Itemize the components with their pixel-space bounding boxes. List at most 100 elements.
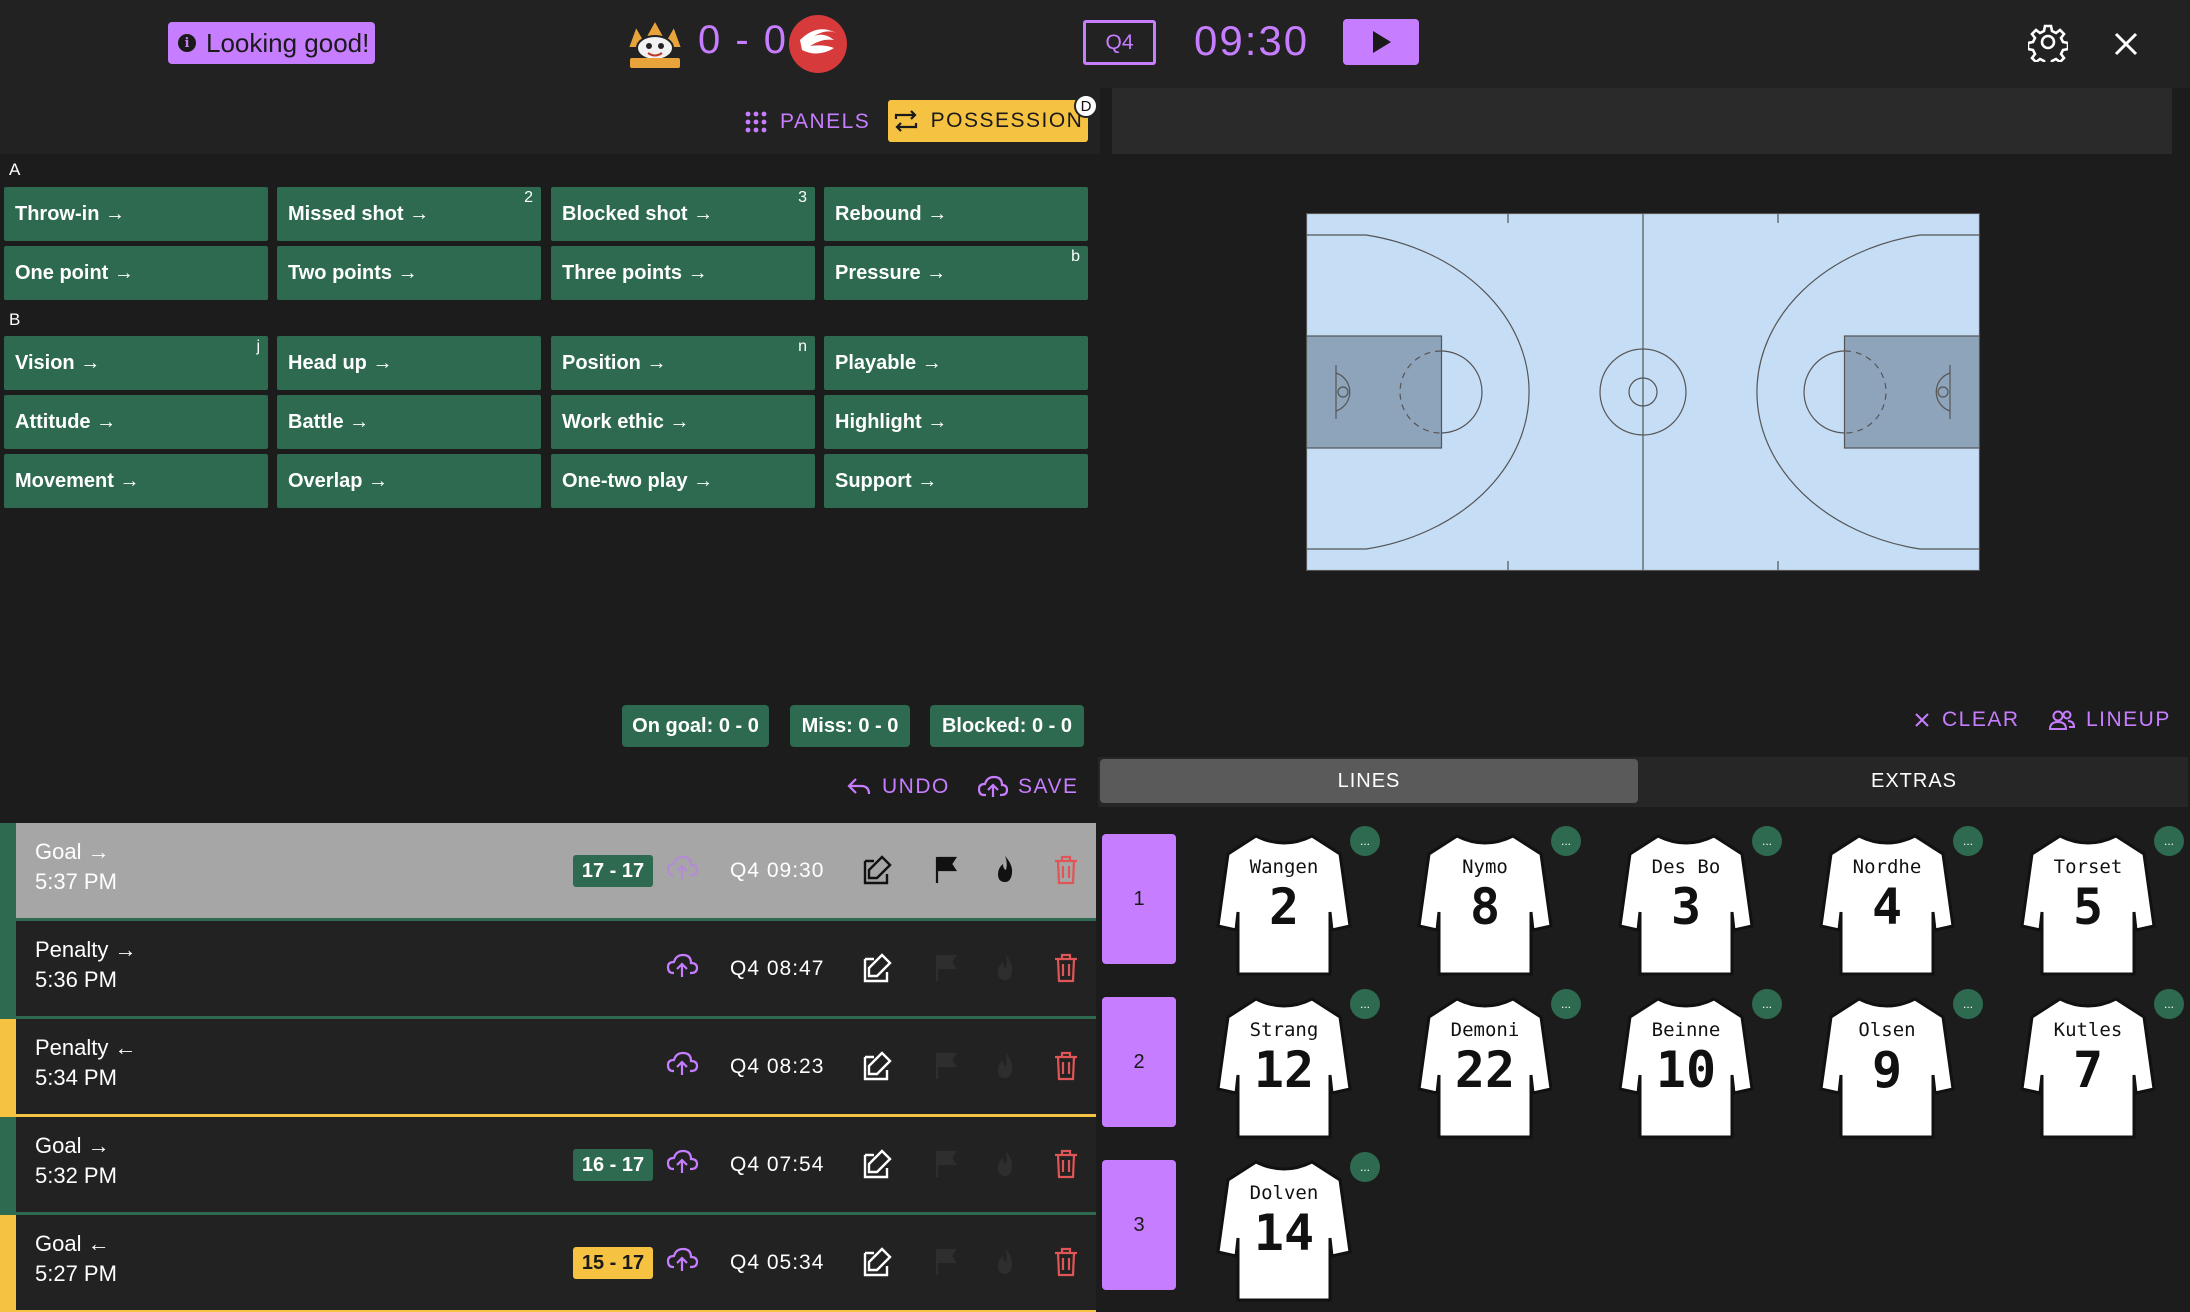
event-row[interactable]: Penalty ← 5:34 PM Q4 08:23: [0, 1019, 1096, 1117]
action-two-points[interactable]: Two points →: [277, 246, 541, 300]
player-jersey[interactable]: Des Bo 3...: [1614, 826, 1782, 976]
player-number: 12: [1253, 1041, 1315, 1099]
save-button[interactable]: SAVE: [978, 775, 1078, 799]
player-more-button[interactable]: ...: [1752, 989, 1782, 1019]
tab-extras[interactable]: EXTRAS: [1640, 759, 2188, 803]
edit-icon[interactable]: [860, 1245, 894, 1279]
player-more-button[interactable]: ...: [1752, 826, 1782, 856]
panels-label: PANELS: [780, 110, 871, 133]
action-vision[interactable]: Vision → j: [4, 336, 268, 390]
quarter-selector[interactable]: Q4: [1083, 20, 1156, 65]
edit-icon[interactable]: [860, 951, 894, 985]
flag-icon[interactable]: [929, 853, 963, 887]
close-icon[interactable]: [2106, 24, 2146, 64]
flag-icon[interactable]: [929, 1147, 963, 1181]
event-row[interactable]: Goal → 5:32 PM 16 - 17 Q4 07:54: [0, 1117, 1096, 1215]
flag-icon[interactable]: [929, 1049, 963, 1083]
cloud-upload-icon[interactable]: [666, 1245, 700, 1279]
player-more-button[interactable]: ...: [1953, 989, 1983, 1019]
cloud-upload-icon[interactable]: [666, 853, 700, 887]
basketball-court[interactable]: [1306, 213, 1980, 571]
action-attitude[interactable]: Attitude →: [4, 395, 268, 449]
possession-button[interactable]: POSSESSION: [888, 100, 1088, 142]
action-playable[interactable]: Playable →: [824, 336, 1088, 390]
action-rebound[interactable]: Rebound →: [824, 187, 1088, 241]
tab-lines[interactable]: LINES: [1100, 759, 1638, 803]
panels-button[interactable]: PANELS: [744, 104, 870, 140]
action-highlight[interactable]: Highlight →: [824, 395, 1088, 449]
player-jersey[interactable]: Wangen 2...: [1212, 826, 1380, 976]
player-jersey[interactable]: Strang 12...: [1212, 989, 1380, 1139]
status-badge: i Looking good!: [168, 22, 376, 64]
action-pressure[interactable]: Pressure → b: [824, 246, 1088, 300]
player-more-button[interactable]: ...: [1551, 989, 1581, 1019]
flag-icon[interactable]: [929, 1245, 963, 1279]
action-blocked-shot[interactable]: Blocked shot → 3: [551, 187, 815, 241]
undo-button[interactable]: UNDO: [846, 775, 950, 799]
trash-icon[interactable]: [1049, 951, 1083, 985]
line-button[interactable]: 1: [1102, 834, 1176, 964]
player-more-button[interactable]: ...: [1551, 826, 1581, 856]
action-position[interactable]: Position → n: [551, 336, 815, 390]
action-three-points[interactable]: Three points →: [551, 246, 815, 300]
player-jersey[interactable]: Kutles 7...: [2016, 989, 2184, 1139]
player-jersey[interactable]: Dolven 14...: [1212, 1152, 1380, 1302]
player-more-button[interactable]: ...: [2154, 826, 2184, 856]
edit-icon[interactable]: [860, 1049, 894, 1083]
group-b-label: B: [9, 310, 21, 329]
cloud-upload-icon[interactable]: [666, 1147, 700, 1181]
cloud-upload-icon[interactable]: [666, 951, 700, 985]
action-work-ethic[interactable]: Work ethic →: [551, 395, 815, 449]
event-time: 5:36 PM: [35, 967, 117, 992]
cloud-upload-icon[interactable]: [666, 1049, 700, 1083]
fire-icon[interactable]: [988, 853, 1022, 887]
action-label: Blocked shot →: [562, 202, 714, 225]
player-more-button[interactable]: ...: [1350, 1152, 1380, 1182]
player-jersey[interactable]: Demoni 22...: [1413, 989, 1581, 1139]
action-movement[interactable]: Movement →: [4, 454, 268, 508]
action-support[interactable]: Support →: [824, 454, 1088, 508]
player-jersey[interactable]: Nymo 8...: [1413, 826, 1581, 976]
action-one-two-play[interactable]: One-two play →: [551, 454, 815, 508]
action-missed-shot[interactable]: Missed shot → 2: [277, 187, 541, 241]
line-button[interactable]: 3: [1102, 1160, 1176, 1290]
player-more-button[interactable]: ...: [1350, 826, 1380, 856]
player-jersey[interactable]: Beinne 10...: [1614, 989, 1782, 1139]
play-button[interactable]: [1343, 19, 1419, 65]
event-row[interactable]: Penalty → 5:36 PM Q4 08:47: [0, 921, 1096, 1019]
player-more-button[interactable]: ...: [1350, 989, 1380, 1019]
edit-icon[interactable]: [860, 853, 894, 887]
action-battle[interactable]: Battle →: [277, 395, 541, 449]
fire-icon[interactable]: [988, 1245, 1022, 1279]
event-row[interactable]: Goal ← 5:27 PM 15 - 17 Q4 05:34: [0, 1215, 1096, 1312]
flag-icon[interactable]: [929, 951, 963, 985]
fire-icon[interactable]: [988, 951, 1022, 985]
game-score: 0 - 0: [698, 18, 789, 62]
player-jersey[interactable]: Torset 5...: [2016, 826, 2184, 976]
fire-icon[interactable]: [988, 1147, 1022, 1181]
line-button[interactable]: 2: [1102, 997, 1176, 1127]
player-number: 8: [1469, 878, 1501, 936]
lineup-button[interactable]: LINEUP: [2048, 708, 2171, 732]
gear-icon[interactable]: [2028, 22, 2068, 62]
player-jersey[interactable]: Olsen 9...: [1815, 989, 1983, 1139]
event-row[interactable]: Goal → 5:37 PM 17 - 17 Q4 09:30: [0, 823, 1096, 921]
event-title: Goal ←: [35, 1231, 110, 1256]
action-head-up[interactable]: Head up →: [277, 336, 541, 390]
player-name: Torset: [2053, 856, 2123, 878]
action-overlap[interactable]: Overlap →: [277, 454, 541, 508]
hotkey-hint: n: [798, 338, 807, 355]
edit-icon[interactable]: [860, 1147, 894, 1181]
player-number: 2: [1268, 878, 1300, 936]
trash-icon[interactable]: [1049, 1147, 1083, 1181]
action-throw-in[interactable]: Throw-in →: [4, 187, 268, 241]
trash-icon[interactable]: [1049, 1049, 1083, 1083]
clear-button[interactable]: CLEAR: [1912, 708, 2020, 732]
player-jersey[interactable]: Nordhe 4...: [1815, 826, 1983, 976]
player-more-button[interactable]: ...: [1953, 826, 1983, 856]
trash-icon[interactable]: [1049, 853, 1083, 887]
fire-icon[interactable]: [988, 1049, 1022, 1083]
action-one-point[interactable]: One point →: [4, 246, 268, 300]
player-more-button[interactable]: ...: [2154, 989, 2184, 1019]
trash-icon[interactable]: [1049, 1245, 1083, 1279]
